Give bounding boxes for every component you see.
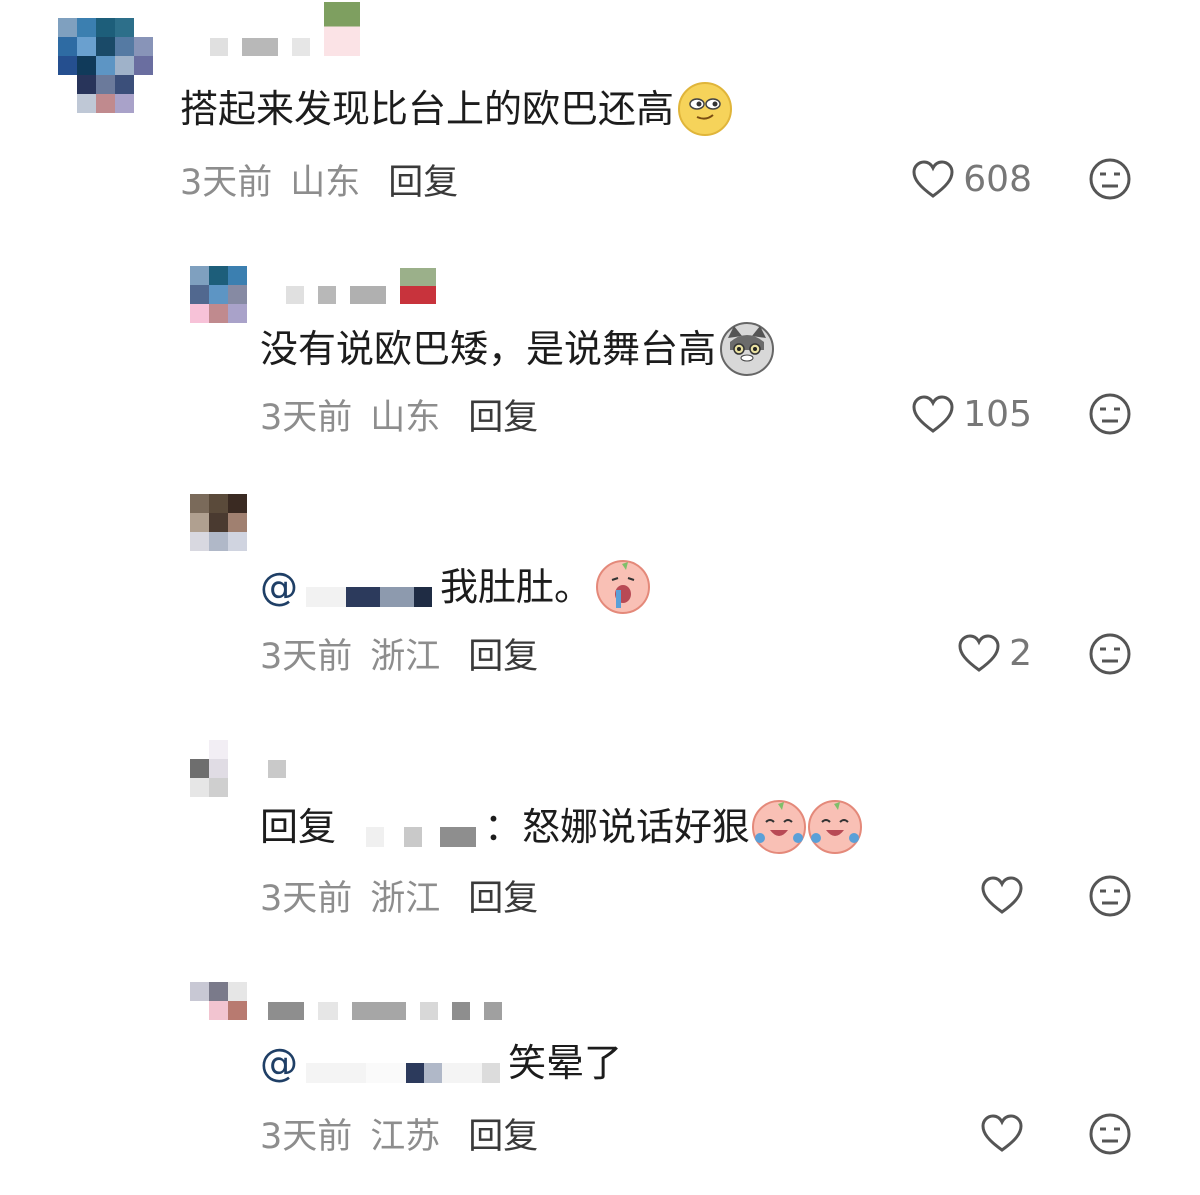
- like-button[interactable]: 105: [911, 391, 1032, 437]
- avatar[interactable]: [190, 982, 247, 1039]
- comment-text: 回复 ：怒娜说话好狠: [260, 800, 863, 854]
- comment-text: @ 笑晕了: [260, 1040, 623, 1086]
- like-button[interactable]: [980, 1110, 1032, 1156]
- comment-meta: 3天前 山东 回复: [180, 154, 458, 205]
- comment-text: 没有说欧巴矮，是说舞台高: [260, 322, 775, 376]
- dislike-face-icon[interactable]: [1088, 1112, 1132, 1156]
- reply-button[interactable]: 回复: [388, 154, 458, 205]
- dislike-face-icon[interactable]: [1088, 392, 1132, 436]
- avatar[interactable]: [190, 494, 247, 551]
- mention-prefix[interactable]: @: [260, 564, 298, 610]
- username-redacted[interactable]: [210, 2, 360, 56]
- location: 江苏: [370, 1116, 441, 1157]
- dislike-face-icon[interactable]: [1088, 874, 1132, 918]
- mentioned-user-redacted[interactable]: [306, 1043, 500, 1083]
- like-button[interactable]: [980, 872, 1032, 918]
- avatar[interactable]: [190, 266, 247, 323]
- location: 浙江: [370, 878, 441, 919]
- reply-button[interactable]: 回复: [468, 870, 538, 921]
- mentioned-user-redacted[interactable]: [306, 567, 432, 607]
- timestamp: 3天前: [260, 397, 353, 438]
- username-redacted[interactable]: [268, 742, 286, 778]
- heart-icon: [912, 395, 954, 433]
- reply-button[interactable]: 回复: [468, 389, 538, 440]
- timestamp: 3天前: [260, 636, 353, 677]
- location: 山东: [370, 397, 441, 438]
- laugh-cry-peach-emoji-icon: [808, 800, 863, 854]
- reply-button[interactable]: 回复: [468, 628, 538, 679]
- timestamp: 3天前: [260, 878, 353, 919]
- cat-emoji-icon: [720, 322, 775, 376]
- timestamp: 3天前: [180, 162, 273, 203]
- comment-meta: 3天前 浙江 回复: [260, 628, 538, 679]
- avatar[interactable]: [190, 740, 247, 797]
- mention-prefix[interactable]: @: [260, 1040, 298, 1086]
- location: 浙江: [370, 636, 441, 677]
- heart-icon: [958, 634, 1000, 672]
- comment-text: @ 我肚肚。: [260, 560, 651, 614]
- comment-meta: 3天前 山东 回复: [260, 389, 538, 440]
- like-button[interactable]: 2: [957, 630, 1032, 676]
- heart-icon: [912, 160, 954, 198]
- smirk-emoji-icon: [678, 82, 733, 136]
- dislike-face-icon[interactable]: [1088, 632, 1132, 676]
- heart-icon: [981, 876, 1023, 914]
- username-redacted[interactable]: [286, 268, 436, 304]
- timestamp: 3天前: [260, 1116, 353, 1157]
- dislike-face-icon[interactable]: [1088, 157, 1132, 201]
- like-count: 608: [963, 158, 1032, 200]
- location: 山东: [290, 162, 361, 203]
- heart-icon: [981, 1114, 1023, 1152]
- comment-meta: 3天前 浙江 回复: [260, 870, 538, 921]
- like-button[interactable]: 608: [911, 156, 1032, 202]
- comment-meta: 3天前 江苏 回复: [260, 1108, 538, 1159]
- like-count: 2: [1009, 632, 1032, 674]
- avatar[interactable]: [58, 18, 153, 113]
- replied-user-redacted[interactable]: [366, 807, 477, 847]
- crying-peach-emoji-icon: [596, 560, 651, 614]
- username-redacted[interactable]: [268, 984, 502, 1020]
- reply-prefix: 回复: [260, 805, 337, 849]
- comment-text: 搭起来发现比台上的欧巴还高: [180, 82, 733, 136]
- laugh-cry-peach-emoji-icon: [752, 800, 807, 854]
- like-count: 105: [963, 393, 1032, 435]
- reply-button[interactable]: 回复: [468, 1108, 538, 1159]
